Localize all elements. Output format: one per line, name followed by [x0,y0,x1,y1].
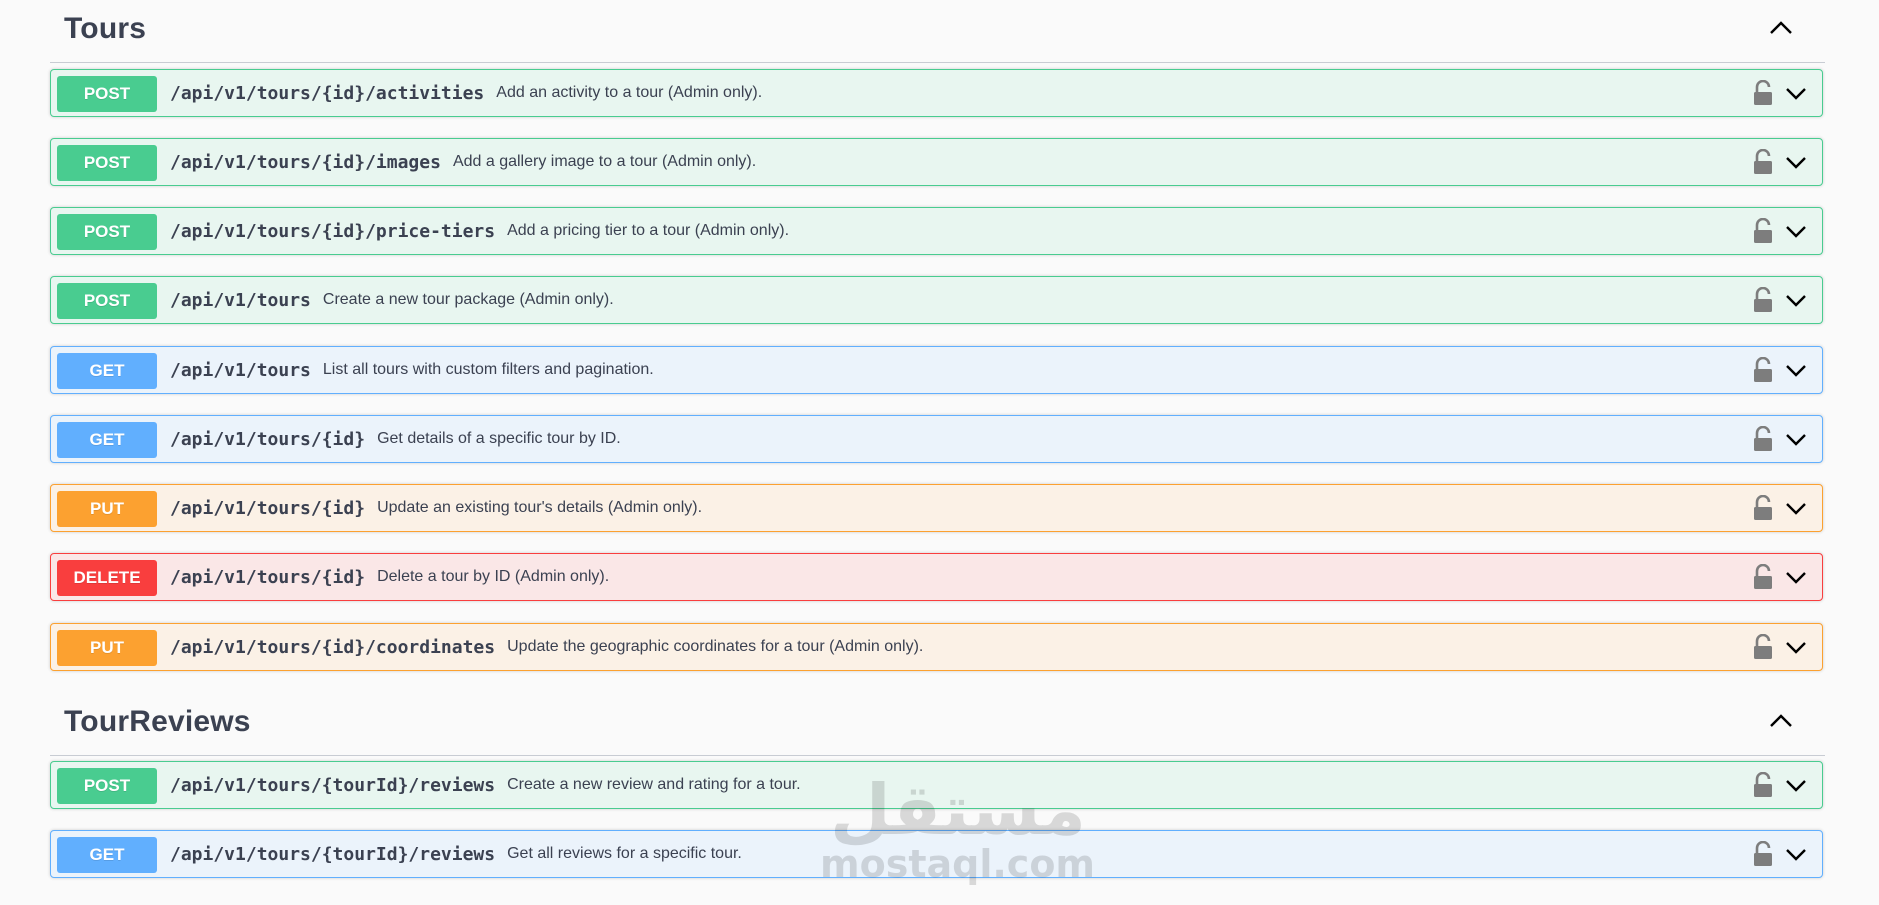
operation-summary: Get details of a specific tour by ID. [377,430,621,447]
chevron-down-icon[interactable] [1784,359,1808,381]
tag-title[interactable]: Tours [64,12,146,46]
lock-icon[interactable] [1752,841,1774,867]
operation-summary: Create a new tour package (Admin only). [322,291,614,308]
lock-icon[interactable] [1752,287,1774,313]
chevron-down-icon[interactable] [1784,428,1808,450]
operation-path: /api/v1/tours/{id}/coordinates [170,636,496,658]
operation-put-tour-coordinates[interactable]: PUT /api/v1/tours/{id}/coordinates Updat… [50,623,1823,671]
operation-post-tour-images[interactable]: POST /api/v1/tours/{id}/images Add a gal… [50,138,1823,186]
chevron-down-icon[interactable] [1784,289,1808,311]
chevron-down-icon[interactable] [1784,151,1808,173]
lock-icon[interactable] [1752,495,1774,521]
method-badge: POST [57,76,157,112]
operation-post-tour-price-tiers[interactable]: POST /api/v1/tours/{id}/price-tiers Add … [50,207,1823,255]
operation-summary: Add a gallery image to a tour (Admin onl… [452,153,757,170]
tag-header-tour-reviews[interactable]: TourReviews [50,693,1825,756]
operation-summary: List all tours with custom filters and p… [322,361,654,378]
lock-icon[interactable] [1752,564,1774,590]
operation-get-tours[interactable]: GET /api/v1/tours List all tours with cu… [50,346,1823,394]
operation-summary: Add a pricing tier to a tour (Admin only… [507,222,790,239]
chevron-down-icon[interactable] [1784,220,1808,242]
operation-path: /api/v1/tours/{id} [170,566,366,588]
operation-summary: Get all reviews for a specific tour. [507,845,742,862]
operation-summary: Create a new review and rating for a tou… [507,776,801,793]
chevron-down-icon[interactable] [1784,774,1808,796]
chevron-down-icon[interactable] [1784,566,1808,588]
operation-delete-tour[interactable]: DELETE /api/v1/tours/{id} Delete a tour … [50,553,1823,601]
swagger-page: Tours POST /api/v1/tours/{id}/activities… [0,0,1879,905]
method-badge: POST [57,768,157,804]
method-badge: PUT [57,630,157,666]
operation-put-tour[interactable]: PUT /api/v1/tours/{id} Update an existin… [50,484,1823,532]
operation-path: /api/v1/tours/{id}/price-tiers [170,220,496,242]
operation-path: /api/v1/tours/{id}/activities [170,82,485,104]
method-badge: POST [57,145,157,181]
method-badge: POST [57,214,157,250]
method-badge: POST [57,283,157,319]
operation-post-tour-activities[interactable]: POST /api/v1/tours/{id}/activities Add a… [50,69,1823,117]
lock-icon[interactable] [1752,426,1774,452]
chevron-up-icon[interactable] [1765,16,1797,40]
operation-get-tour-reviews[interactable]: GET /api/v1/tours/{tourId}/reviews Get a… [50,830,1823,878]
operation-path: /api/v1/tours [170,359,311,381]
lock-icon[interactable] [1752,357,1774,383]
operation-post-tour-reviews[interactable]: POST /api/v1/tours/{tourId}/reviews Crea… [50,761,1823,809]
operation-summary: Update an existing tour's details (Admin… [377,499,703,516]
lock-icon[interactable] [1752,80,1774,106]
operation-path: /api/v1/tours/{id} [170,497,366,519]
method-badge: GET [57,837,157,873]
lock-icon[interactable] [1752,634,1774,660]
operation-summary: Delete a tour by ID (Admin only). [377,568,610,585]
operation-path: /api/v1/tours/{tourId}/reviews [170,774,496,796]
operation-summary: Add an activity to a tour (Admin only). [496,84,763,101]
tag-header-tours[interactable]: Tours [50,0,1825,63]
lock-icon[interactable] [1752,772,1774,798]
method-badge: PUT [57,491,157,527]
operation-summary: Update the geographic coordinates for a … [507,638,924,655]
operation-post-tours[interactable]: POST /api/v1/tours Create a new tour pac… [50,276,1823,324]
operation-path: /api/v1/tours/{tourId}/reviews [170,843,496,865]
chevron-down-icon[interactable] [1784,82,1808,104]
operation-path: /api/v1/tours/{id}/images [170,151,441,173]
operation-get-tour-by-id[interactable]: GET /api/v1/tours/{id} Get details of a … [50,415,1823,463]
chevron-down-icon[interactable] [1784,497,1808,519]
chevron-up-icon[interactable] [1765,709,1797,733]
method-badge: GET [57,353,157,389]
method-badge: DELETE [57,560,157,596]
chevron-down-icon[interactable] [1784,843,1808,865]
chevron-down-icon[interactable] [1784,636,1808,658]
tag-title[interactable]: TourReviews [64,705,251,739]
operation-path: /api/v1/tours/{id} [170,428,366,450]
method-badge: GET [57,422,157,458]
lock-icon[interactable] [1752,218,1774,244]
operation-path: /api/v1/tours [170,289,311,311]
lock-icon[interactable] [1752,149,1774,175]
